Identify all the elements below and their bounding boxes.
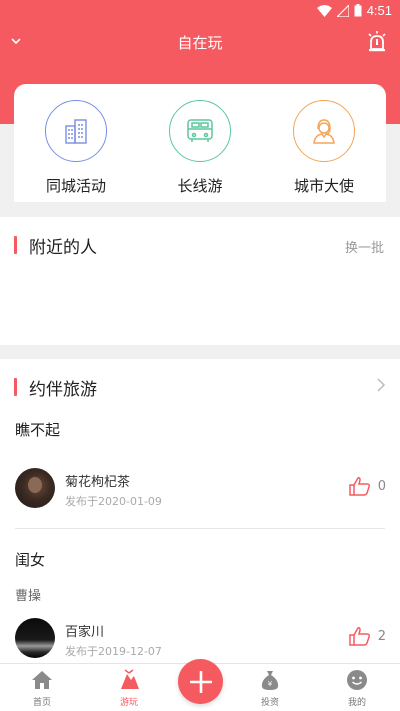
add-button[interactable] (178, 659, 223, 704)
tab-label: 首页 (32, 698, 51, 708)
tab-label: 游玩 (119, 698, 138, 708)
status-bar: 4:51 (0, 0, 400, 24)
tab-label: 投资 (260, 698, 279, 708)
category-icon-circle (169, 100, 231, 162)
building-icon (65, 119, 87, 144)
signal-icon (336, 4, 349, 17)
tab-home[interactable]: 首页 (12, 668, 72, 708)
category-label: 长线游 (177, 177, 223, 195)
section-header: 约伴旅游 (14, 377, 97, 400)
like-count: 2 (377, 628, 386, 644)
refresh-link[interactable]: 换一批 (345, 237, 384, 256)
thumbs-up-icon (348, 627, 370, 646)
category-long-trip[interactable]: 长线游 (155, 100, 245, 196)
svg-text:¥: ¥ (268, 680, 273, 688)
battery-icon (354, 4, 362, 17)
ambassador-icon (313, 119, 335, 144)
smile-icon (347, 670, 367, 690)
section-title: 附近的人 (29, 237, 97, 258)
page-title: 自在玩 (177, 34, 223, 52)
tab-play[interactable]: 游玩 (99, 668, 159, 708)
category-icon-circle (45, 100, 107, 162)
companion-section: 约伴旅游 瞧不起 菊花枸杞茶 发布于2020-01-09 0 闺女 曹操 百家川… (0, 359, 400, 663)
category-city-ambassador[interactable]: 城市大使 (279, 100, 369, 196)
tab-mine[interactable]: 我的 (327, 668, 387, 708)
category-city-events[interactable]: 同城活动 (31, 100, 121, 196)
tab-invest[interactable]: ¥ 投资 (240, 668, 300, 708)
post-title[interactable]: 闺女 (15, 549, 45, 570)
post-title[interactable]: 瞧不起 (15, 419, 60, 440)
divider (15, 528, 385, 529)
wifi-icon (316, 4, 332, 17)
category-label: 城市大使 (293, 177, 354, 195)
status-time: 4:51 (366, 3, 392, 18)
money-bag-icon: ¥ (261, 671, 279, 690)
section-header: 附近的人 (14, 235, 97, 258)
post-subtitle: 曹操 (15, 589, 42, 604)
chevron-right-icon[interactable] (376, 377, 386, 393)
avatar[interactable] (15, 618, 55, 658)
user-name[interactable]: 百家川 (65, 621, 104, 640)
post-date: 发布于2020-01-09 (65, 495, 162, 508)
plus-icon (189, 670, 212, 693)
category-card: 同城活动 长线游 城市大使 (14, 84, 386, 202)
play-icon (121, 669, 139, 689)
bus-icon (187, 119, 213, 142)
category-icon-circle (293, 100, 355, 162)
home-icon (32, 671, 52, 689)
like-button[interactable]: 0 (348, 476, 386, 496)
user-name[interactable]: 菊花枸杞茶 (65, 471, 130, 490)
thumbs-up-icon (348, 477, 370, 496)
post-date: 发布于2019-12-07 (65, 645, 162, 658)
section-accent-bar (14, 378, 17, 396)
nearby-section: 附近的人 换一批 (0, 217, 400, 345)
section-title: 约伴旅游 (29, 379, 97, 400)
like-button[interactable]: 2 (348, 626, 386, 646)
category-label: 同城活动 (45, 177, 106, 195)
avatar[interactable] (15, 468, 55, 508)
section-accent-bar (14, 236, 17, 254)
alarm-icon[interactable] (366, 30, 388, 52)
like-count: 0 (377, 478, 386, 494)
tab-label: 我的 (347, 698, 366, 708)
